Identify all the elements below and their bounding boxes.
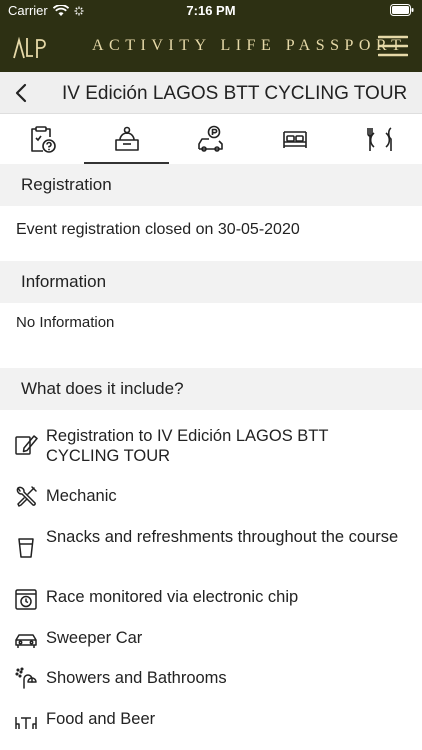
status-time: 7:16 PM (186, 3, 236, 18)
car-icon (15, 634, 37, 648)
back-chevron-icon[interactable] (10, 81, 32, 105)
pencil-form-icon (15, 435, 38, 455)
wrench-screwdriver-icon (16, 486, 37, 507)
registration-status-text: Event registration closed on 30-05-2020 (16, 221, 300, 238)
tab-parking[interactable] (169, 114, 253, 164)
page-title: IV Edición LAGOS BTT CYCLING TOUR (62, 83, 408, 104)
bed-icon (283, 131, 308, 148)
navigation-bar: IV Edición LAGOS BTT CYCLING TOUR (0, 72, 422, 114)
clipboard-question-icon (31, 126, 56, 153)
include-item-label: Showers and Bathrooms (46, 669, 227, 687)
include-item-label: Snacks and refreshments throughout the c… (46, 528, 399, 546)
tab-info[interactable] (0, 114, 84, 164)
include-item-label: Sweeper Car (46, 629, 143, 647)
battery-icon (390, 4, 414, 16)
table-chairs-icon (15, 717, 37, 729)
chip-timer-icon (15, 589, 37, 610)
plate-cutlery-icon (366, 127, 392, 151)
category-tabs (0, 114, 422, 164)
app-header: ACTIVITY LIFE PASSPORT (0, 22, 422, 72)
include-item-label: Race monitored via electronic chip (46, 588, 299, 606)
includes-section-header: What does it include? (0, 368, 422, 410)
partial-icon (14, 744, 38, 750)
reception-desk-icon (114, 126, 139, 151)
cup-icon (18, 538, 34, 558)
app-title: ACTIVITY LIFE PASSPORT (92, 37, 407, 54)
information-text: No Information (16, 314, 115, 331)
car-parking-icon (198, 125, 223, 152)
include-item-label: Food and Beer (46, 710, 156, 728)
include-item-label: Mechanic (46, 487, 117, 505)
shower-icon (15, 667, 37, 689)
alp-logo-icon (13, 36, 46, 59)
tab-accommodation[interactable] (253, 114, 337, 164)
information-section-header: Information (0, 261, 422, 303)
tab-restaurants[interactable] (338, 114, 422, 164)
hamburger-menu-icon[interactable] (378, 34, 408, 58)
status-right (390, 4, 414, 19)
registration-section-header: Registration (0, 164, 422, 206)
include-item-label: Registration to IV Edición LAGOS BTT CYC… (46, 427, 329, 465)
status-bar: Carrier 7:16 PM (0, 0, 422, 22)
tab-registration[interactable] (84, 114, 170, 164)
